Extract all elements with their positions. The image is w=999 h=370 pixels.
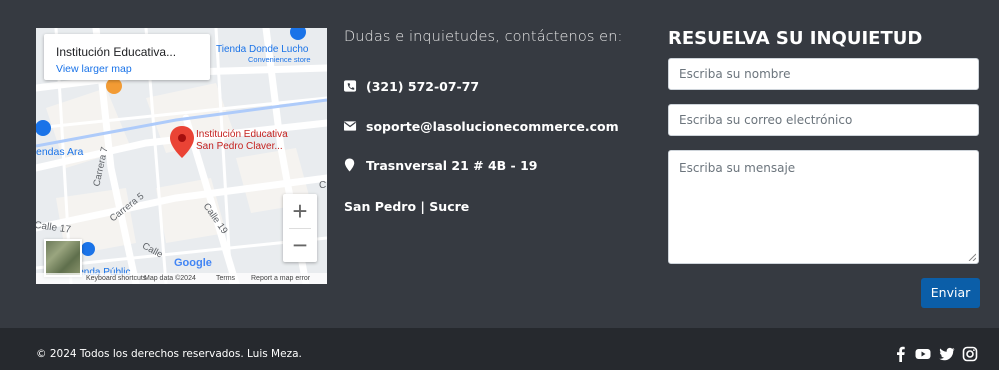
instagram-icon[interactable] [962, 346, 978, 362]
place-title: Institución Educativa... [56, 45, 177, 59]
google-logo-text: Google [174, 257, 212, 269]
email-text: soporte@lasolucionecommerce.com [366, 119, 619, 134]
city-text: San Pedro | Sucre [344, 199, 470, 214]
message-placeholder: Escriba su mensaje [679, 161, 796, 175]
contact-heading: Dudas e inquietudes, contáctenos en: [344, 29, 623, 45]
map-data-text: Map data ©2024 [144, 275, 196, 282]
copyright-text: © 2024 Todos los derechos reservados. Lu… [36, 348, 302, 360]
terms-link[interactable]: Terms [216, 273, 235, 284]
resize-handle-icon[interactable] [968, 253, 976, 261]
envelope-icon [344, 121, 357, 131]
report-error-link[interactable]: Report a map error [251, 273, 310, 284]
form-title: RESUELVA SU INQUIETUD [668, 28, 923, 49]
name-input[interactable]: Escriba su nombre [668, 58, 979, 90]
phone-text: (321) 572-07-77 [366, 79, 480, 94]
map-label-store: Tienda Donde Lucho [216, 44, 309, 55]
map-pin-label-2: San Pedro Claver... [196, 141, 283, 152]
zoom-control: + − [283, 194, 317, 262]
phone-square-icon [344, 80, 357, 92]
keyboard-shortcuts-link[interactable]: Keyboard shortcuts [86, 273, 146, 284]
view-larger-map-link[interactable]: View larger map [56, 63, 132, 75]
map-attribution: Keyboard shortcuts Map data ©2024 Terms … [36, 273, 327, 284]
message-textarea[interactable]: Escriba su mensaje [668, 150, 979, 264]
twitter-icon[interactable] [939, 346, 955, 362]
map-marker-icon [344, 158, 355, 172]
zoom-in-button[interactable]: + [283, 194, 317, 228]
zoom-out-button[interactable]: − [283, 228, 317, 262]
map-embed[interactable]: endas Ara Carrera 7 Carrera 5 Calle 19 C… [36, 28, 327, 284]
email-input[interactable]: Escriba su correo electrónico [668, 104, 979, 136]
map-label-store-sub: Convenience store [248, 55, 311, 64]
map-pin-label-1: Institución Educativa [196, 129, 288, 140]
google-logo: Google [174, 257, 212, 269]
youtube-icon[interactable] [915, 346, 931, 362]
map-label-tiendas: endas Ara [36, 146, 83, 158]
map-label-edge: C [319, 180, 326, 191]
facebook-icon[interactable] [893, 346, 909, 362]
address-text: Trasnversal 21 # 4B - 19 [366, 158, 538, 173]
satellite-toggle[interactable] [44, 239, 82, 277]
place-card: Institución Educativa... View larger map [44, 34, 210, 80]
send-button[interactable]: Enviar [921, 278, 980, 308]
